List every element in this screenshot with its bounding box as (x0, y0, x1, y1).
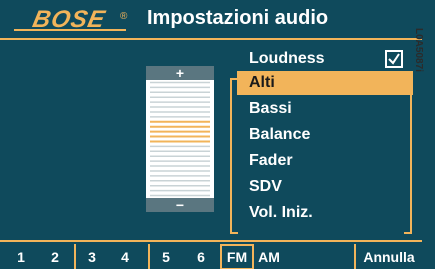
logo-underline (14, 29, 126, 31)
slider-scale (150, 81, 210, 197)
am-button[interactable]: AM (254, 244, 284, 269)
menu-item-label: Bassi (249, 100, 292, 117)
menu-item-alti[interactable]: Alti (237, 71, 413, 95)
menu-item-label: Balance (249, 126, 311, 143)
slider-minus-label[interactable]: − (146, 198, 214, 212)
slider-plus-label[interactable]: + (146, 66, 214, 80)
loudness-checkbox[interactable] (385, 50, 403, 68)
menu-item-bassi[interactable]: Bassi (237, 97, 413, 121)
menu-item-sdv[interactable]: SDV (237, 175, 413, 199)
image-reference-code: L0A5087i (413, 28, 424, 72)
cancel-button[interactable]: Annulla (354, 244, 422, 269)
menu-item-label: SDV (249, 178, 282, 195)
preset-2-button[interactable]: 2 (40, 244, 70, 269)
header-bar: BOSE ® Impostazioni audio (0, 0, 422, 40)
menu-item-loudness[interactable]: Loudness (237, 47, 413, 71)
preset-4-button[interactable]: 4 (110, 244, 140, 269)
menu-bracket-left (230, 78, 238, 234)
preset-6-button[interactable]: 6 (186, 244, 216, 269)
fm-button[interactable]: FM (220, 244, 254, 269)
menu-item-label: Fader (249, 152, 293, 169)
menu-item-label: Alti (249, 74, 275, 91)
menu-item-vol-iniz[interactable]: Vol. Iniz. (237, 201, 413, 225)
page-title: Impostazioni audio (147, 7, 329, 29)
menu-item-label: Vol. Iniz. (249, 204, 313, 221)
treble-slider[interactable]: + − (146, 66, 214, 212)
audio-settings-screen: BOSE ® Impostazioni audio + − Loudness A… (0, 0, 422, 269)
bottom-button-bar: 1 2 3 4 5 6 FM AM Annulla (0, 240, 422, 269)
menu-item-fader[interactable]: Fader (237, 149, 413, 173)
audio-menu: Loudness Alti Bassi Balance Fader SDV Vo… (237, 47, 413, 233)
menu-item-label: Loudness (249, 50, 325, 67)
preset-1-button[interactable]: 1 (6, 244, 36, 269)
preset-3-button[interactable]: 3 (74, 244, 108, 269)
registered-mark: ® (120, 11, 128, 22)
preset-5-button[interactable]: 5 (148, 244, 182, 269)
menu-bracket-right (404, 78, 412, 234)
menu-item-balance[interactable]: Balance (237, 123, 413, 147)
